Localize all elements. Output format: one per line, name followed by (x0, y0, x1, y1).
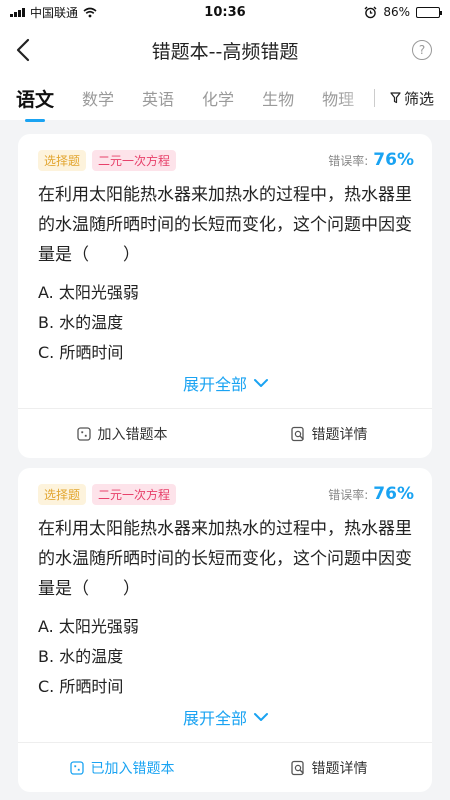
question-type-tag: 选择题 (38, 483, 87, 505)
option-c: C. 所晒时间 (38, 343, 124, 362)
question-text: 在利用太阳能热水器来加热水的过程中，热水器里的水温随所晒时间的长短而变化，这个问… (38, 185, 412, 265)
tab-english[interactable]: 英语 (142, 86, 174, 110)
option-b: B. 水的温度 (38, 647, 124, 666)
options-list: A. 太阳光强弱 B. 水的温度 C. 所晒时间 (38, 612, 414, 702)
status-left: 中国联通 (10, 4, 97, 21)
question-detail-label: 错题详情 (311, 426, 368, 443)
error-rate-value: 76% (373, 484, 414, 504)
question-detail-button[interactable]: 错题详情 (225, 758, 432, 778)
status-right: 86% (364, 5, 442, 19)
funnel-icon (390, 92, 401, 104)
card-footer: 已加入错题本 错题详情 (18, 742, 432, 792)
question-type-tag: 选择题 (38, 149, 87, 171)
tab-chinese[interactable]: 语文 (16, 85, 54, 122)
question-detail-button[interactable]: 错题详情 (225, 424, 432, 444)
chevron-left-icon (16, 38, 30, 62)
status-bar: 中国联通 10:36 86% (0, 0, 450, 24)
add-to-notebook-label: 加入错题本 (97, 426, 168, 443)
expand-all-label: 展开全部 (182, 709, 247, 728)
notebook-add-icon (76, 426, 91, 441)
error-rate-value: 76% (373, 150, 414, 170)
filter-button[interactable]: 筛选 (374, 76, 450, 120)
tab-chemistry[interactable]: 化学 (202, 86, 234, 110)
option-c: C. 所晒时间 (38, 677, 124, 696)
question-card: 选择题 二元一次方程 错误率: 76% 在利用太阳能热水器来加热水的过程中，热水… (18, 468, 432, 792)
added-to-notebook-button[interactable]: 已加入错题本 (18, 758, 225, 778)
error-rate-label: 错误率: (328, 488, 369, 502)
error-rate: 错误率: 76% (328, 150, 414, 170)
nav-bar: 错题本--高频错题 ? (0, 24, 450, 76)
question-detail-label: 错题详情 (311, 760, 368, 777)
notebook-added-icon (69, 760, 84, 775)
added-to-notebook-label: 已加入错题本 (90, 760, 175, 777)
battery-percent: 86% (383, 5, 410, 19)
card-footer: 加入错题本 错题详情 (18, 408, 432, 458)
carrier-name: 中国联通 (30, 5, 79, 20)
error-rate: 错误率: 76% (328, 484, 414, 504)
detail-search-icon (290, 426, 304, 441)
option-a: A. 太阳光强弱 (38, 283, 139, 302)
wifi-icon (83, 7, 97, 17)
topic-tag: 二元一次方程 (92, 149, 177, 171)
filter-label: 筛选 (403, 89, 434, 108)
detail-search-icon (290, 760, 304, 775)
page-title: 错题本--高频错题 (151, 40, 299, 63)
subject-tab-bar: 语文 数学 英语 化学 生物 物理 筛选 (0, 76, 450, 122)
back-button[interactable] (0, 24, 46, 76)
add-to-notebook-button[interactable]: 加入错题本 (18, 424, 225, 444)
tab-fade (338, 76, 378, 120)
topic-tag: 二元一次方程 (92, 483, 177, 505)
expand-all-label: 展开全部 (182, 375, 247, 394)
expand-all-button[interactable]: 展开全部 (38, 368, 414, 398)
alarm-clock-icon (364, 6, 377, 18)
option-a: A. 太阳光强弱 (38, 617, 139, 636)
option-b: B. 水的温度 (38, 313, 124, 332)
question-card: 选择题 二元一次方程 错误率: 76% 在利用太阳能热水器来加热水的过程中，热水… (18, 134, 432, 458)
signal-icon (10, 7, 25, 17)
question-text: 在利用太阳能热水器来加热水的过程中，热水器里的水温随所晒时间的长短而变化，这个问… (38, 519, 412, 599)
chevron-down-icon (254, 379, 268, 387)
tab-math[interactable]: 数学 (82, 86, 114, 110)
battery-icon (416, 6, 442, 18)
options-list: A. 太阳光强弱 B. 水的温度 C. 所晒时间 (38, 278, 414, 368)
error-rate-label: 错误率: (328, 154, 369, 168)
tab-biology[interactable]: 生物 (262, 86, 294, 110)
expand-all-button[interactable]: 展开全部 (38, 702, 414, 732)
help-icon[interactable]: ? (412, 40, 432, 60)
chevron-down-icon (254, 713, 268, 721)
